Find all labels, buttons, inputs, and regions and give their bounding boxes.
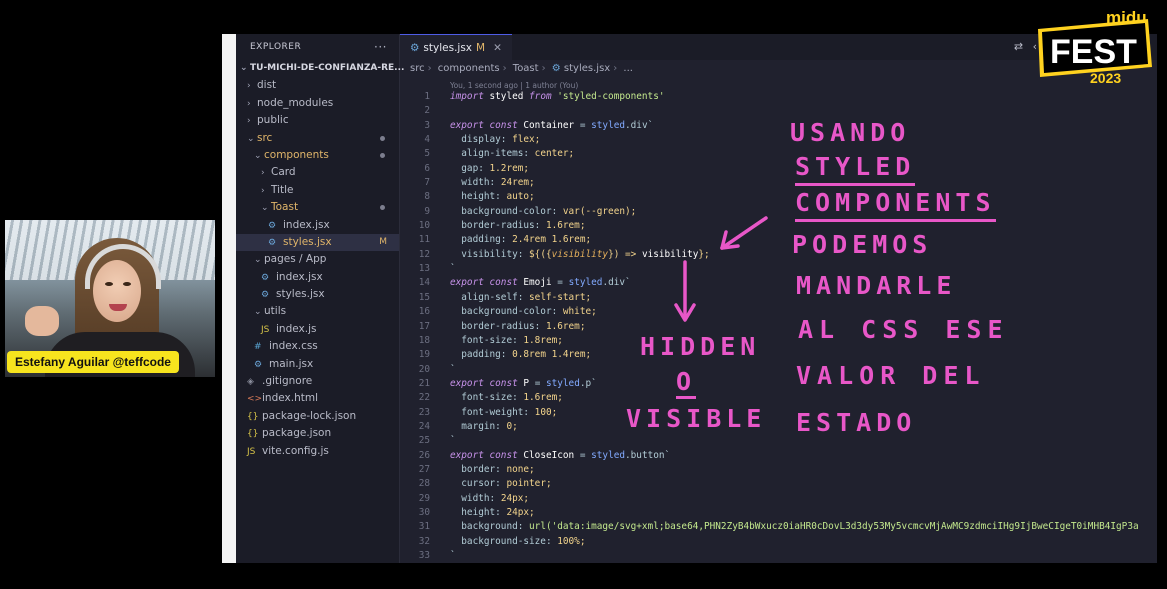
logo-year: 2023 [1090,70,1121,85]
arrow-to-visibility-line [720,216,768,250]
annotation-arrows [674,216,768,322]
logo-fest: FEST [1050,33,1137,71]
midufest-logo: midu FEST 2023 [1038,8,1152,85]
